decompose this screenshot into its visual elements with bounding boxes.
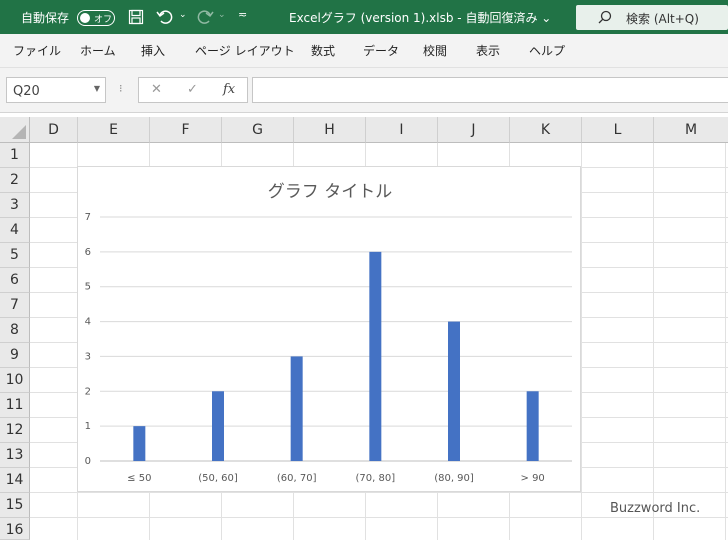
tab-review[interactable]: 校閲: [423, 42, 447, 59]
name-box-value: Q20: [13, 84, 40, 99]
search-box[interactable]: 検索 (Alt+Q): [576, 5, 728, 30]
row-header-13[interactable]: 13: [0, 443, 30, 468]
tab-data[interactable]: データ: [363, 42, 399, 59]
autosave-state: オフ: [94, 15, 113, 25]
autosave-label: 自動保存: [21, 11, 70, 25]
cancel-icon[interactable]: ✕: [151, 82, 162, 97]
tab-insert[interactable]: 挿入: [141, 42, 165, 59]
y-tick-label: 3: [85, 351, 91, 362]
bar[interactable]: [526, 391, 539, 461]
tab-home[interactable]: ホーム: [80, 42, 116, 59]
column-header-e[interactable]: E: [78, 117, 150, 143]
undo-dropdown-icon[interactable]: ⌄: [179, 10, 187, 20]
bar[interactable]: [369, 251, 382, 461]
y-tick-label: 7: [85, 212, 91, 223]
customize-toolbar-icon[interactable]: ≂: [238, 8, 247, 21]
column-header-k[interactable]: K: [510, 117, 582, 143]
row-header-14[interactable]: 14: [0, 468, 30, 493]
formula-bar: Q20 ▼ ⁝ ✕ ✓ fx: [0, 68, 728, 113]
insert-function-icon[interactable]: fx: [223, 82, 235, 97]
name-box[interactable]: Q20 ▼: [6, 77, 106, 103]
column-header-i[interactable]: I: [366, 117, 438, 143]
row-header-7[interactable]: 7: [0, 293, 30, 318]
chart-plot: 0 1 2 3 4 5 6 7 ≤ 50 (50, 60] (60, 70] (70, 80] (80,…: [85, 212, 572, 484]
x-tick-label: ≤ 50: [127, 473, 151, 484]
select-all-button[interactable]: [0, 117, 30, 143]
y-tick-label: 4: [85, 317, 91, 328]
title-bar: 自動保存 オフ ⌄ ⌄ ≂ Excelグラフ (version 1).xlsb …: [0, 0, 728, 34]
tab-page-layout[interactable]: ページ レイアウト: [195, 42, 295, 59]
row-header-6[interactable]: 6: [0, 268, 30, 293]
row-header-15[interactable]: 15: [0, 493, 30, 518]
bar[interactable]: [212, 391, 224, 461]
column-header-d[interactable]: D: [30, 117, 78, 143]
y-tick-label: 0: [85, 456, 91, 467]
save-icon[interactable]: [128, 9, 144, 28]
more-options-icon[interactable]: ⁝: [119, 82, 123, 95]
column-header-j[interactable]: J: [438, 117, 510, 143]
bar[interactable]: [133, 426, 146, 461]
redo-icon[interactable]: [196, 8, 214, 29]
column-header-g[interactable]: G: [222, 117, 294, 143]
ribbon-tabs: ファイル ホーム 挿入 ページ レイアウト 数式 データ 校閲 表示 ヘルプ: [0, 34, 728, 68]
search-label: 検索 (Alt+Q): [626, 12, 699, 26]
chart[interactable]: グラフ タイトル 0 1 2 3 4 5 6 7 ≤ 50 (50, 60] (60, 70] (70…: [77, 166, 581, 492]
tab-view[interactable]: 表示: [476, 42, 500, 59]
y-tick-label: 1: [85, 421, 91, 432]
row-header-3[interactable]: 3: [0, 193, 30, 218]
search-icon: [598, 10, 612, 27]
row-header-11[interactable]: 11: [0, 393, 30, 418]
x-tick-label: (70, 80]: [356, 473, 396, 484]
y-tick-label: 2: [85, 386, 91, 397]
tab-formulas[interactable]: 数式: [311, 42, 335, 59]
chevron-down-icon[interactable]: ▼: [94, 84, 100, 93]
tab-help[interactable]: ヘルプ: [529, 42, 565, 59]
column-header-h[interactable]: H: [294, 117, 366, 143]
row-header-16[interactable]: 16: [0, 518, 30, 540]
formula-input[interactable]: [252, 77, 728, 103]
formula-tools: ✕ ✓ fx: [138, 77, 248, 103]
toggle-knob: [80, 13, 90, 23]
row-header-8[interactable]: 8: [0, 318, 30, 343]
row-header-10[interactable]: 10: [0, 368, 30, 393]
redo-dropdown-icon[interactable]: ⌄: [218, 10, 226, 20]
row-header-2[interactable]: 2: [0, 168, 30, 193]
row-header-12[interactable]: 12: [0, 418, 30, 443]
row-header-4[interactable]: 4: [0, 218, 30, 243]
y-tick-label: 5: [85, 282, 91, 293]
row-header-9[interactable]: 9: [0, 343, 30, 368]
x-tick-label: (80, 90]: [434, 473, 474, 484]
column-header-m[interactable]: M: [654, 117, 728, 143]
enter-icon[interactable]: ✓: [187, 82, 198, 97]
watermark: Buzzword Inc.: [610, 501, 701, 516]
select-all-icon: [12, 125, 26, 139]
bar[interactable]: [448, 321, 460, 461]
autosave-toggle[interactable]: オフ: [77, 10, 115, 26]
row-header-5[interactable]: 5: [0, 243, 30, 268]
column-header-l[interactable]: L: [582, 117, 654, 143]
x-tick-label: > 90: [521, 473, 545, 484]
column-header-f[interactable]: F: [150, 117, 222, 143]
y-tick-label: 6: [85, 247, 91, 258]
row-header-1[interactable]: 1: [0, 143, 30, 168]
x-tick-label: (50, 60]: [198, 473, 238, 484]
bar[interactable]: [290, 356, 303, 461]
undo-icon[interactable]: [156, 8, 174, 29]
document-title: Excelグラフ (version 1).xlsb - 自動回復済み ⌄: [289, 11, 552, 25]
x-tick-label: (60, 70]: [277, 473, 317, 484]
tab-file[interactable]: ファイル: [13, 42, 61, 59]
